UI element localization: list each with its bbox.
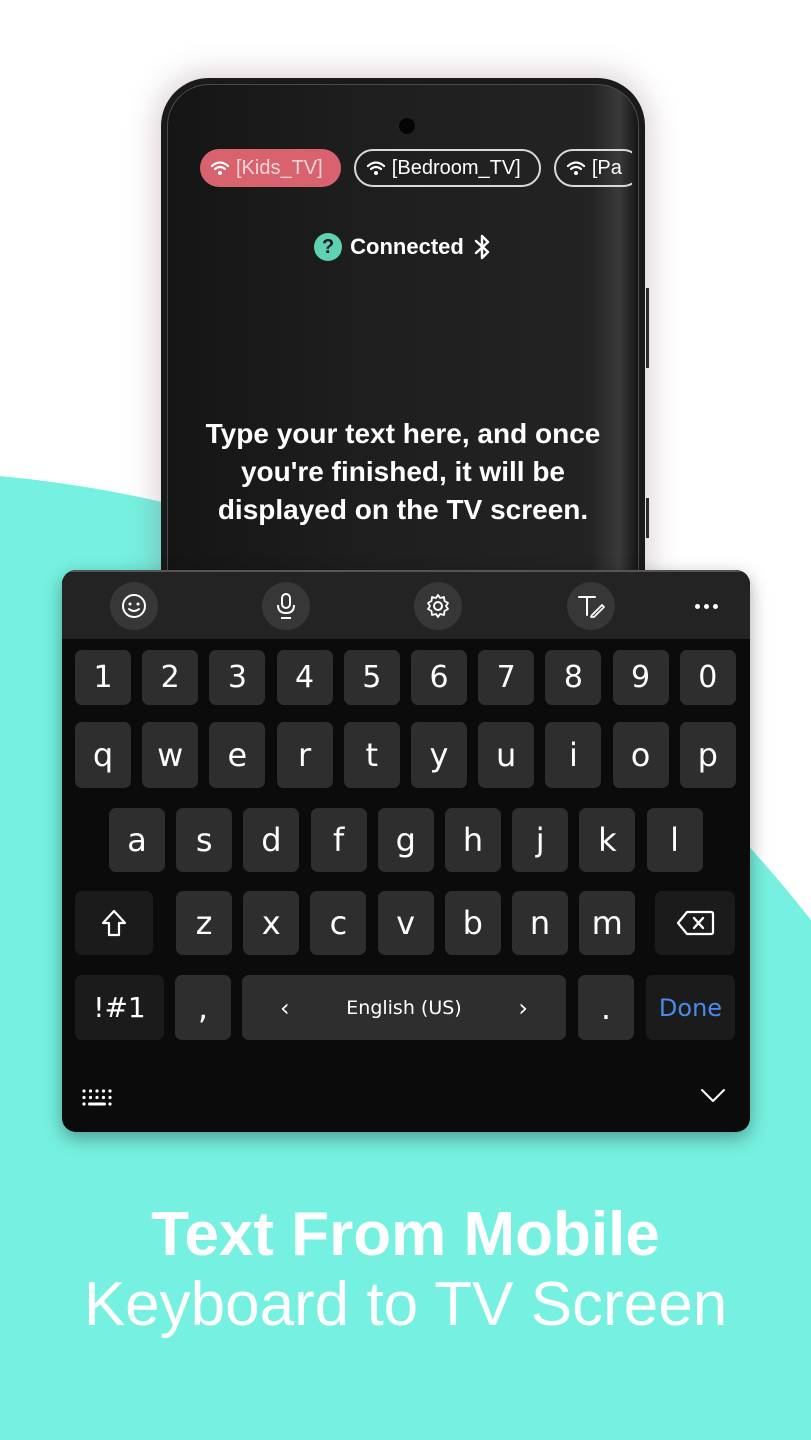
keyboard-switch-icon[interactable] [82, 1089, 112, 1107]
key-l[interactable]: l [646, 808, 703, 872]
key-r[interactable]: r [276, 722, 333, 788]
key-c[interactable]: c [310, 891, 367, 955]
key-y[interactable]: y [411, 722, 467, 788]
language-prev-icon[interactable]: ‹ [280, 994, 290, 1022]
tv-chip-third[interactable]: [Pa [553, 149, 632, 187]
tv-chip-label: [Pa [591, 156, 622, 179]
language-label: English (US) [346, 996, 462, 1019]
tv-chip-bedroom[interactable]: [Bedroom_TV] [353, 149, 541, 187]
key-k[interactable]: k [579, 808, 636, 872]
backspace-key[interactable] [655, 891, 735, 955]
key-n[interactable]: n [512, 891, 568, 955]
handwriting-icon [578, 596, 605, 618]
key-w[interactable]: w [142, 722, 199, 788]
more-options-button[interactable] [690, 592, 722, 620]
period-key[interactable]: . [578, 975, 634, 1040]
keyboard-toolbar [62, 570, 750, 639]
key-1[interactable]: 1 [75, 650, 131, 705]
keyboard-panel: 1 2 3 4 5 6 7 8 9 0 q w e r t y u i o p a s d f g h j k l z x c v b n m !#1,… [62, 570, 750, 1132]
connection-status-text: Connected [350, 234, 464, 259]
done-key[interactable]: Done [646, 975, 735, 1040]
key-z[interactable]: z [176, 891, 232, 955]
key-2[interactable]: 2 [142, 650, 199, 705]
tv-chip-list: [Kids_TV] [Bedroom_TV] [Pa [200, 149, 632, 191]
key-9[interactable]: 9 [612, 650, 669, 705]
headline-line-2: Keyboard to TV Screen [83, 1270, 728, 1339]
wifi-icon [366, 161, 385, 175]
key-6[interactable]: 6 [411, 650, 467, 705]
phone-screen: [Kids_TV] [Bedroom_TV] [Pa ? Connected T… [167, 84, 639, 638]
key-e[interactable]: e [209, 722, 266, 788]
key-m[interactable]: m [579, 891, 636, 955]
promo-headline: Text From Mobile Keyboard to TV Screen [0, 1200, 811, 1340]
key-t[interactable]: t [343, 722, 400, 788]
handwriting-button[interactable] [567, 582, 615, 630]
emoji-icon [122, 594, 146, 618]
key-8[interactable]: 8 [545, 650, 602, 705]
key-h[interactable]: h [445, 808, 501, 872]
more-icon [694, 603, 700, 609]
space-language-key[interactable]: ‹ English (US) › [242, 975, 566, 1040]
comma-key[interactable]: , [175, 975, 231, 1040]
key-4[interactable]: 4 [276, 650, 333, 705]
shift-icon [101, 909, 127, 937]
tv-chip-label: [Kids_TV] [236, 156, 323, 179]
voice-input-button[interactable] [262, 582, 310, 630]
key-f[interactable]: f [310, 808, 367, 872]
phone-mockup: [Kids_TV] [Bedroom_TV] [Pa ? Connected T… [161, 78, 649, 638]
instructions-text: Type your text here, and once you're fin… [205, 418, 601, 525]
key-u[interactable]: u [478, 722, 535, 788]
key-j[interactable]: j [512, 808, 569, 872]
phone-volume-button [646, 288, 649, 368]
connection-status: ? Connected [168, 233, 638, 261]
wifi-icon [210, 161, 230, 175]
key-o[interactable]: o [612, 722, 669, 788]
hide-keyboard-icon[interactable] [700, 1088, 726, 1104]
key-v[interactable]: v [377, 891, 434, 955]
key-3[interactable]: 3 [209, 650, 266, 705]
headline-line-1: Text From Mobile [151, 1200, 660, 1269]
phone-power-button [646, 498, 649, 538]
key-i[interactable]: i [545, 722, 602, 788]
shift-key[interactable] [75, 891, 153, 955]
key-b[interactable]: b [444, 891, 501, 955]
key-x[interactable]: x [243, 891, 300, 955]
front-camera [398, 117, 416, 135]
symbols-key[interactable]: !#1 [75, 975, 164, 1040]
key-p[interactable]: p [679, 722, 736, 788]
wifi-icon [566, 161, 585, 175]
key-a[interactable]: a [109, 808, 165, 872]
bluetooth-icon [474, 234, 490, 260]
backspace-icon [676, 910, 715, 936]
key-0[interactable]: 0 [679, 650, 736, 705]
key-5[interactable]: 5 [343, 650, 400, 705]
tv-chip-label: [Bedroom_TV] [391, 156, 521, 179]
key-s[interactable]: s [176, 808, 233, 872]
tv-chip-kids[interactable]: [Kids_TV] [200, 149, 341, 187]
settings-icon [427, 594, 449, 618]
key-d[interactable]: d [243, 808, 300, 872]
key-7[interactable]: 7 [478, 650, 535, 705]
emoji-button[interactable] [110, 582, 158, 630]
key-q[interactable]: q [75, 722, 131, 788]
keyboard-settings-button[interactable] [414, 582, 462, 630]
key-g[interactable]: g [377, 808, 434, 872]
microphone-icon [277, 593, 295, 619]
language-next-icon[interactable]: › [518, 994, 528, 1022]
help-icon[interactable]: ? [314, 233, 343, 261]
